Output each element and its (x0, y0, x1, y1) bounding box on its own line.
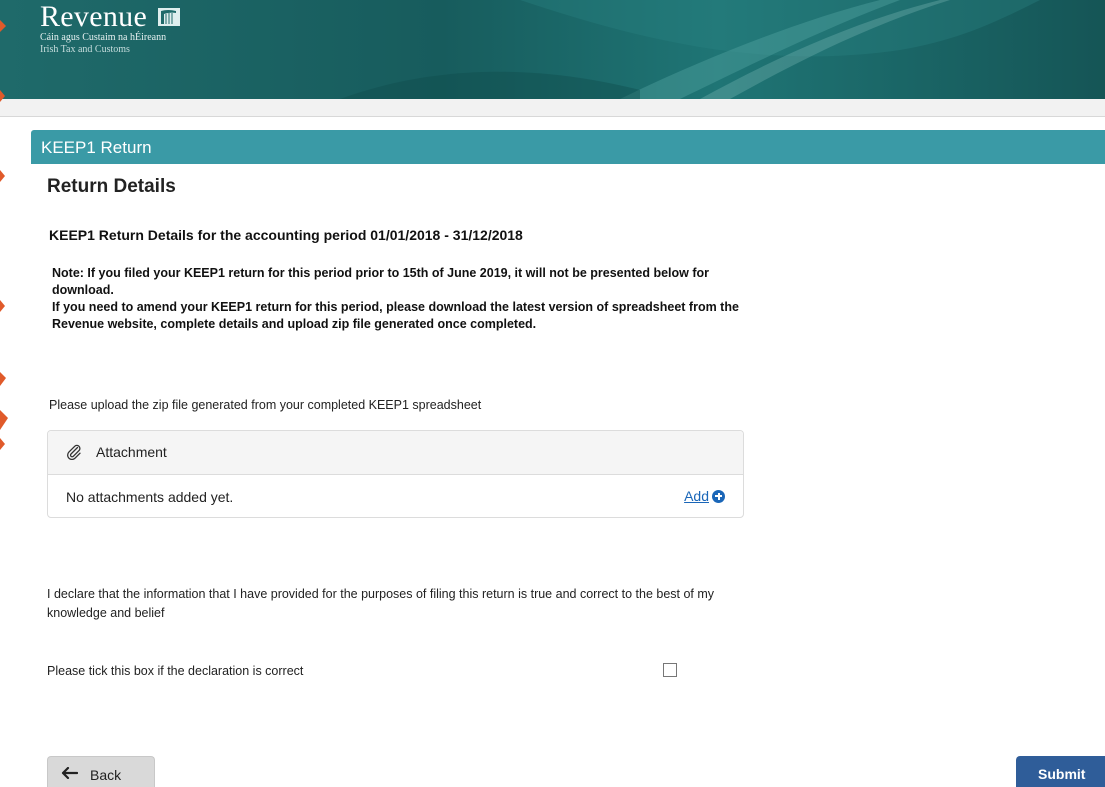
attachment-title: Attachment (96, 444, 167, 460)
left-edge-decoration (0, 20, 8, 450)
brand-subtitle-english: Irish Tax and Customs (40, 44, 130, 55)
brand-logo[interactable]: Revenue Cáin agus Custaim na hÉireann Ir… (40, 2, 180, 56)
no-attachments-text: No attachments added yet. (66, 489, 234, 505)
submit-button-label: Submit (1038, 766, 1086, 782)
page: Revenue Cáin agus Custaim na hÉireann Ir… (0, 0, 1105, 787)
add-attachment-link[interactable]: Add (684, 488, 725, 504)
brand-name: Revenue (40, 0, 148, 33)
upload-instruction: Please upload the zip file generated fro… (49, 398, 482, 412)
paperclip-icon (66, 444, 82, 465)
section-header: KEEP1 Return (31, 130, 1105, 164)
header-subbar (0, 99, 1105, 117)
declaration-tick-label: Please tick this box if the declaration … (47, 664, 304, 678)
attachment-panel: Attachment No attachments added yet. Add (47, 430, 744, 518)
back-button-label: Back (90, 767, 122, 783)
harp-icon (157, 7, 180, 32)
note-line-1: Note: If you filed your KEEP1 return for… (52, 266, 710, 297)
submit-button[interactable]: Submit (1016, 756, 1105, 787)
attachment-panel-header: Attachment (48, 431, 743, 475)
page-title: Return Details (47, 176, 176, 197)
plus-circle-icon (712, 489, 725, 503)
arrow-left-icon (61, 766, 79, 782)
back-button[interactable]: Back (47, 756, 155, 787)
declaration-checkbox[interactable] (663, 663, 677, 677)
brand-subtitle-irish: Cáin agus Custaim na hÉireann (40, 32, 167, 43)
section-title: KEEP1 Return (41, 138, 152, 157)
header-banner: Revenue Cáin agus Custaim na hÉireann Ir… (0, 0, 1105, 99)
note-block: Note: If you filed your KEEP1 return for… (52, 265, 752, 333)
add-attachment-label: Add (684, 488, 709, 504)
attachment-panel-body: No attachments added yet. Add (48, 475, 743, 519)
period-heading: KEEP1 Return Details for the accounting … (49, 227, 523, 243)
declaration-text: I declare that the information that I ha… (47, 587, 715, 620)
note-line-2: If you need to amend your KEEP1 return f… (52, 300, 739, 331)
